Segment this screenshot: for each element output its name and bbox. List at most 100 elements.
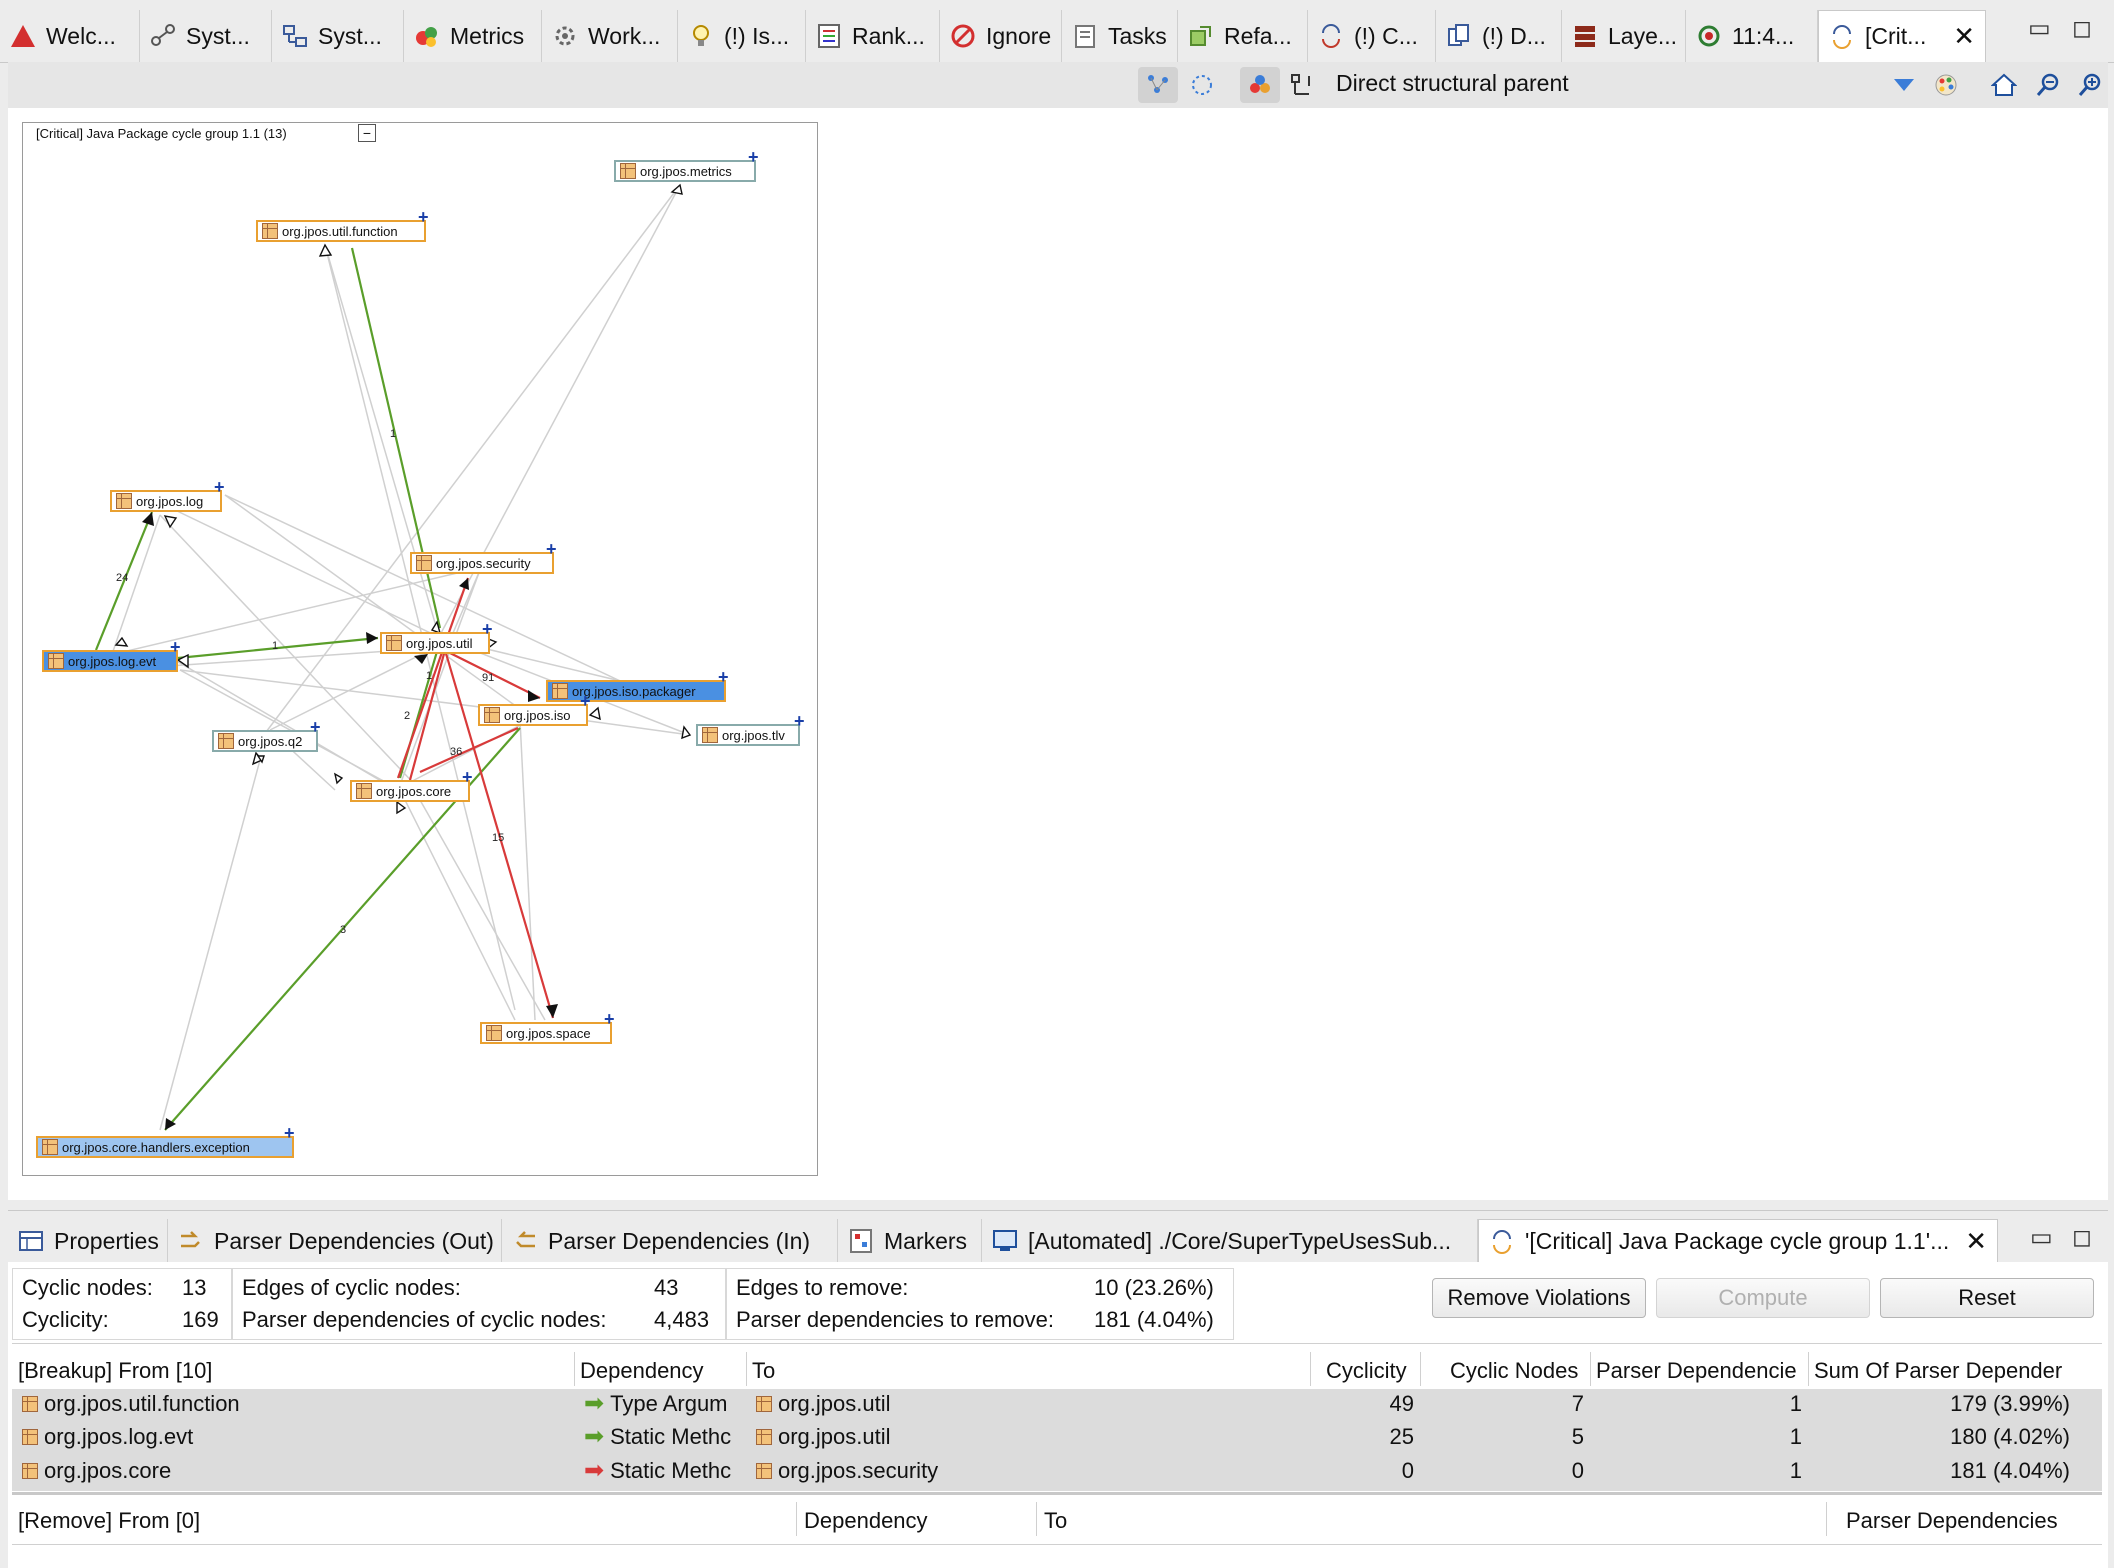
dependencies-in-icon <box>512 1228 538 1254</box>
expand-plus-icon[interactable]: + <box>310 718 321 736</box>
graph-node-log-evt[interactable]: org.jpos.log.evt <box>42 650 178 672</box>
cyclic-nodes-label: Cyclic nodes: <box>22 1275 153 1300</box>
tab-markers[interactable]: Markers <box>838 1219 982 1263</box>
graph-node-log[interactable]: org.jpos.log <box>110 490 222 512</box>
package-icon <box>22 1429 38 1445</box>
table-row[interactable]: org.jpos.core <box>22 1456 570 1486</box>
parser-deps-cell: 1 <box>1789 1458 1802 1483</box>
graph-node-q2[interactable]: org.jpos.q2 <box>212 730 318 752</box>
edge-label: 1 <box>426 670 433 682</box>
graph-node-util[interactable]: org.jpos.util <box>380 632 490 654</box>
expand-plus-icon[interactable]: + <box>604 1010 615 1028</box>
remove-column-header-from[interactable]: [Remove] From [0] <box>18 1508 200 1534</box>
graph-node-iso-packager[interactable]: org.jpos.iso.packager <box>546 680 726 702</box>
cyclic-nodes-cell: 0 <box>1571 1458 1584 1483</box>
tab-cycle-breakup[interactable]: '[Critical] Java Package cycle group 1.1… <box>1478 1219 1998 1263</box>
table-row[interactable]: org.jpos.log.evt <box>22 1422 570 1452</box>
tab-parser-dependencies-in[interactable]: Parser Dependencies (In) <box>502 1219 838 1263</box>
close-icon[interactable]: ✕ <box>1965 1226 1987 1257</box>
package-icon <box>620 163 636 179</box>
package-icon <box>416 555 432 571</box>
package-icon <box>42 1139 58 1155</box>
table-row[interactable]: org.jpos.util.function <box>22 1392 570 1416</box>
column-header-cyclicity[interactable]: Cyclicity <box>1326 1358 1407 1384</box>
minimize-icon[interactable]: ▭ <box>2030 1223 2053 1252</box>
sum-parser-deps-cell: 181 (4.04%) <box>1950 1458 2070 1483</box>
maximize-icon[interactable]: ◻ <box>2072 1223 2092 1252</box>
graph-node-iso[interactable]: org.jpos.iso <box>478 704 588 726</box>
expand-plus-icon[interactable]: + <box>462 768 473 786</box>
package-icon <box>386 635 402 651</box>
package-icon <box>356 783 372 799</box>
column-header-from[interactable]: [Breakup] From [10] <box>18 1358 212 1384</box>
expand-plus-icon[interactable]: + <box>580 692 591 710</box>
cycle-group-icon <box>1489 1229 1515 1255</box>
column-header-to[interactable]: To <box>752 1358 775 1384</box>
tab-parser-dependencies-out[interactable]: Parser Dependencies (Out) <box>168 1219 502 1263</box>
expand-plus-icon[interactable]: + <box>482 620 493 638</box>
parser-deps-cell: 1 <box>1789 1424 1802 1449</box>
expand-plus-icon[interactable]: + <box>214 478 225 496</box>
expand-plus-icon[interactable]: + <box>546 540 557 558</box>
edge-label: 1 <box>390 428 397 440</box>
expand-plus-icon[interactable]: + <box>718 668 729 686</box>
graph-node-metrics[interactable]: org.jpos.metrics <box>614 160 756 182</box>
sum-parser-deps-cell: 179 (3.99%) <box>1950 1392 2070 1416</box>
remove-column-header-to[interactable]: To <box>1044 1508 1067 1534</box>
edge-label: 3 <box>340 924 347 936</box>
red-arrow-icon: ➡ <box>584 1457 605 1484</box>
graph-node-tlv[interactable]: org.jpos.tlv <box>696 724 800 746</box>
remove-column-header-parser-dependencies[interactable]: Parser Dependencies <box>1846 1508 2058 1534</box>
to-cell: org.jpos.util <box>756 1392 1296 1416</box>
cyclicity-cell: 0 <box>1401 1458 1414 1483</box>
deps-remove-value: 181 (4.04%) <box>1094 1307 1214 1332</box>
sum-parser-deps-cell: 180 (4.02%) <box>1950 1424 2070 1449</box>
edges-remove-label: Edges to remove: <box>736 1275 909 1300</box>
package-icon <box>48 653 64 669</box>
tab-properties[interactable]: Properties <box>8 1219 168 1263</box>
remove-column-header-dependency[interactable]: Dependency <box>804 1508 928 1534</box>
compute-button[interactable]: Compute <box>1656 1278 1870 1318</box>
expand-plus-icon[interactable]: + <box>284 1124 295 1142</box>
console-icon <box>992 1228 1018 1254</box>
cyclicity-cell: 25 <box>1389 1424 1414 1449</box>
expand-plus-icon[interactable]: + <box>418 208 429 226</box>
package-icon <box>486 1025 502 1041</box>
graph-node-core-handlers-exception[interactable]: org.jpos.core.handlers.exception <box>36 1136 294 1158</box>
dependencies-out-icon <box>178 1228 204 1254</box>
parser-deps-value: 4,483 <box>654 1307 710 1332</box>
column-header-parser-dependencies[interactable]: Parser Dependencie <box>1596 1358 1804 1384</box>
dependency-cell: ➡ Static Methc <box>584 1423 732 1450</box>
to-cell: org.jpos.util <box>756 1422 1296 1452</box>
expand-plus-icon[interactable]: + <box>748 148 759 166</box>
graph-node-space[interactable]: org.jpos.space <box>480 1022 612 1044</box>
dependency-cell: ➡ Type Argum <box>584 1392 728 1416</box>
package-icon <box>756 1429 772 1445</box>
tab-automated-console[interactable]: [Automated] ./Core/SuperTypeUsesSub... <box>982 1219 1478 1263</box>
package-icon <box>552 683 568 699</box>
remove-violations-button[interactable]: Remove Violations <box>1432 1278 1646 1318</box>
bottom-view-tabs: Properties Parser Dependencies (Out) Par… <box>8 1210 2108 1265</box>
package-icon <box>262 223 278 239</box>
cyclic-nodes-cell: 5 <box>1571 1424 1584 1449</box>
column-header-sum-parser-dependencies[interactable]: Sum Of Parser Depender <box>1814 1358 2074 1384</box>
package-icon <box>22 1396 38 1412</box>
graph-node-core[interactable]: org.jpos.core <box>350 780 470 802</box>
edge-label: 15 <box>492 832 505 844</box>
cyclicity-label: Cyclicity: <box>22 1307 109 1332</box>
edges-label: Edges of cyclic nodes: <box>242 1275 461 1300</box>
column-header-dependency[interactable]: Dependency <box>580 1358 704 1384</box>
column-header-cyclic-nodes[interactable]: Cyclic Nodes <box>1450 1358 1578 1384</box>
expand-plus-icon[interactable]: + <box>170 638 181 656</box>
green-arrow-icon: ➡ <box>584 1392 605 1416</box>
graph-node-security[interactable]: org.jpos.security <box>410 552 554 574</box>
expand-plus-icon[interactable]: + <box>794 712 805 730</box>
graph-node-util-function[interactable]: org.jpos.util.function <box>256 220 426 242</box>
deps-remove-label: Parser dependencies to remove: <box>736 1307 1054 1332</box>
edges-remove-value: 10 (23.26%) <box>1094 1275 1214 1300</box>
package-icon <box>756 1396 772 1412</box>
green-arrow-icon: ➡ <box>584 1423 605 1450</box>
cyclicity-value: 169 <box>182 1307 219 1332</box>
edge-label: 91 <box>482 672 495 684</box>
reset-button[interactable]: Reset <box>1880 1278 2094 1318</box>
